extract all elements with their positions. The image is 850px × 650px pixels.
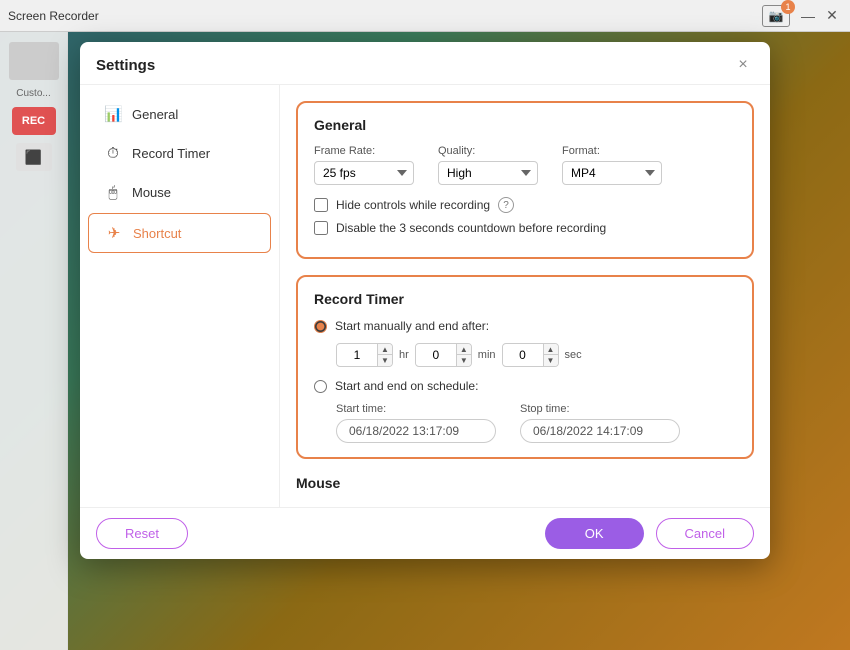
main-content: General Frame Rate: 15 fps 20 fps 25 fps… xyxy=(280,85,770,507)
format-select[interactable]: MP4 MOV AVI GIF xyxy=(562,161,662,185)
sec-down-arrow[interactable]: ▼ xyxy=(544,355,558,366)
sidebar-item-shortcut[interactable]: ✈ Shortcut xyxy=(88,213,271,253)
sidebar-item-general-label: General xyxy=(132,107,178,122)
sidebar-item-mouse-label: Mouse xyxy=(132,185,171,200)
camera-badge: 📷 1 xyxy=(762,5,790,27)
sidebar-item-general[interactable]: 📊 General xyxy=(88,95,271,133)
min-up-arrow[interactable]: ▲ xyxy=(457,344,471,355)
dialog-footer: Reset OK Cancel xyxy=(80,507,770,559)
timer-inputs: ▲ ▼ hr ▲ ▼ min xyxy=(336,343,736,367)
schedule-timer-label: Start and end on schedule: xyxy=(335,379,478,393)
sidebar-item-record-timer[interactable]: ⏱ Record Timer xyxy=(88,135,271,172)
title-bar-controls: 📷 1 — ✕ xyxy=(762,5,842,27)
quality-select[interactable]: Low Medium High Lossless xyxy=(438,161,538,185)
hide-controls-row: Hide controls while recording ? xyxy=(314,197,736,213)
dialog-overlay: Settings × 📊 General ⏱ Record Timer 🖱 Mo… xyxy=(0,32,850,650)
frame-rate-label: Frame Rate: xyxy=(314,145,414,157)
min-input[interactable] xyxy=(416,345,456,365)
sec-up-arrow[interactable]: ▲ xyxy=(544,344,558,355)
ok-button[interactable]: OK xyxy=(545,518,644,549)
stop-time-group: Stop time: xyxy=(520,403,680,443)
schedule-row: Start time: Stop time: xyxy=(336,403,736,443)
title-bar: Screen Recorder 📷 1 — ✕ xyxy=(0,0,850,32)
minimize-button[interactable]: — xyxy=(798,6,818,26)
cancel-button[interactable]: Cancel xyxy=(656,518,754,549)
hr-label: hr xyxy=(399,349,409,361)
sidebar-item-record-timer-label: Record Timer xyxy=(132,146,210,161)
hr-up-arrow[interactable]: ▲ xyxy=(378,344,392,355)
manual-timer-radio[interactable] xyxy=(314,320,327,333)
app-title: Screen Recorder xyxy=(8,9,762,23)
dialog-body: 📊 General ⏱ Record Timer 🖱 Mouse ✈ Short… xyxy=(80,85,770,507)
min-arrows: ▲ ▼ xyxy=(456,344,471,366)
manual-timer-label: Start manually and end after: xyxy=(335,319,489,333)
stop-time-label: Stop time: xyxy=(520,403,680,415)
settings-row: Frame Rate: 15 fps 20 fps 25 fps 30 fps … xyxy=(314,145,736,185)
dialog-header: Settings × xyxy=(80,42,770,85)
min-spinner: ▲ ▼ xyxy=(415,343,472,367)
close-button[interactable]: ✕ xyxy=(822,6,842,26)
disable-countdown-label: Disable the 3 seconds countdown before r… xyxy=(336,221,606,235)
format-group: Format: MP4 MOV AVI GIF xyxy=(562,145,662,185)
sidebar-item-mouse[interactable]: 🖱 Mouse xyxy=(88,174,271,211)
general-section-title: General xyxy=(314,117,736,133)
hr-arrows: ▲ ▼ xyxy=(377,344,392,366)
record-timer-icon: ⏱ xyxy=(104,145,122,162)
min-down-arrow[interactable]: ▼ xyxy=(457,355,471,366)
quality-label: Quality: xyxy=(438,145,538,157)
dialog-title: Settings xyxy=(96,57,155,74)
sidebar-item-shortcut-label: Shortcut xyxy=(133,226,181,241)
sec-label: sec xyxy=(565,349,582,361)
help-icon[interactable]: ? xyxy=(498,197,514,213)
schedule-timer-option: Start and end on schedule: xyxy=(314,379,736,393)
sec-input[interactable] xyxy=(503,345,543,365)
settings-dialog: Settings × 📊 General ⏱ Record Timer 🖱 Mo… xyxy=(80,42,770,559)
schedule-timer-radio[interactable] xyxy=(314,380,327,393)
hr-down-arrow[interactable]: ▼ xyxy=(378,355,392,366)
sec-arrows: ▲ ▼ xyxy=(543,344,558,366)
record-timer-section-title: Record Timer xyxy=(314,291,736,307)
quality-group: Quality: Low Medium High Lossless xyxy=(438,145,538,185)
reset-button[interactable]: Reset xyxy=(96,518,188,549)
sidebar: 📊 General ⏱ Record Timer 🖱 Mouse ✈ Short… xyxy=(80,85,280,507)
disable-countdown-checkbox[interactable] xyxy=(314,221,328,235)
hr-spinner: ▲ ▼ xyxy=(336,343,393,367)
hide-controls-checkbox[interactable] xyxy=(314,198,328,212)
stop-time-input[interactable] xyxy=(520,419,680,443)
min-label: min xyxy=(478,349,496,361)
mouse-icon: 🖱 xyxy=(104,184,122,201)
disable-countdown-row: Disable the 3 seconds countdown before r… xyxy=(314,221,736,235)
frame-rate-group: Frame Rate: 15 fps 20 fps 25 fps 30 fps … xyxy=(314,145,414,185)
format-label: Format: xyxy=(562,145,662,157)
camera-badge-count: 1 xyxy=(781,0,795,14)
footer-right-buttons: OK Cancel xyxy=(545,518,754,549)
frame-rate-select[interactable]: 15 fps 20 fps 25 fps 30 fps 60 fps xyxy=(314,161,414,185)
start-time-label: Start time: xyxy=(336,403,496,415)
hide-controls-label: Hide controls while recording xyxy=(336,198,490,212)
manual-timer-option: Start manually and end after: xyxy=(314,319,736,333)
mouse-section-title: Mouse xyxy=(296,475,754,491)
shortcut-icon: ✈ xyxy=(105,224,123,242)
start-time-group: Start time: xyxy=(336,403,496,443)
sec-spinner: ▲ ▼ xyxy=(502,343,559,367)
dialog-close-button[interactable]: × xyxy=(732,54,754,76)
hr-input[interactable] xyxy=(337,345,377,365)
general-section-card: General Frame Rate: 15 fps 20 fps 25 fps… xyxy=(296,101,754,259)
start-time-input[interactable] xyxy=(336,419,496,443)
general-icon: 📊 xyxy=(104,105,122,123)
record-timer-section-card: Record Timer Start manually and end afte… xyxy=(296,275,754,459)
